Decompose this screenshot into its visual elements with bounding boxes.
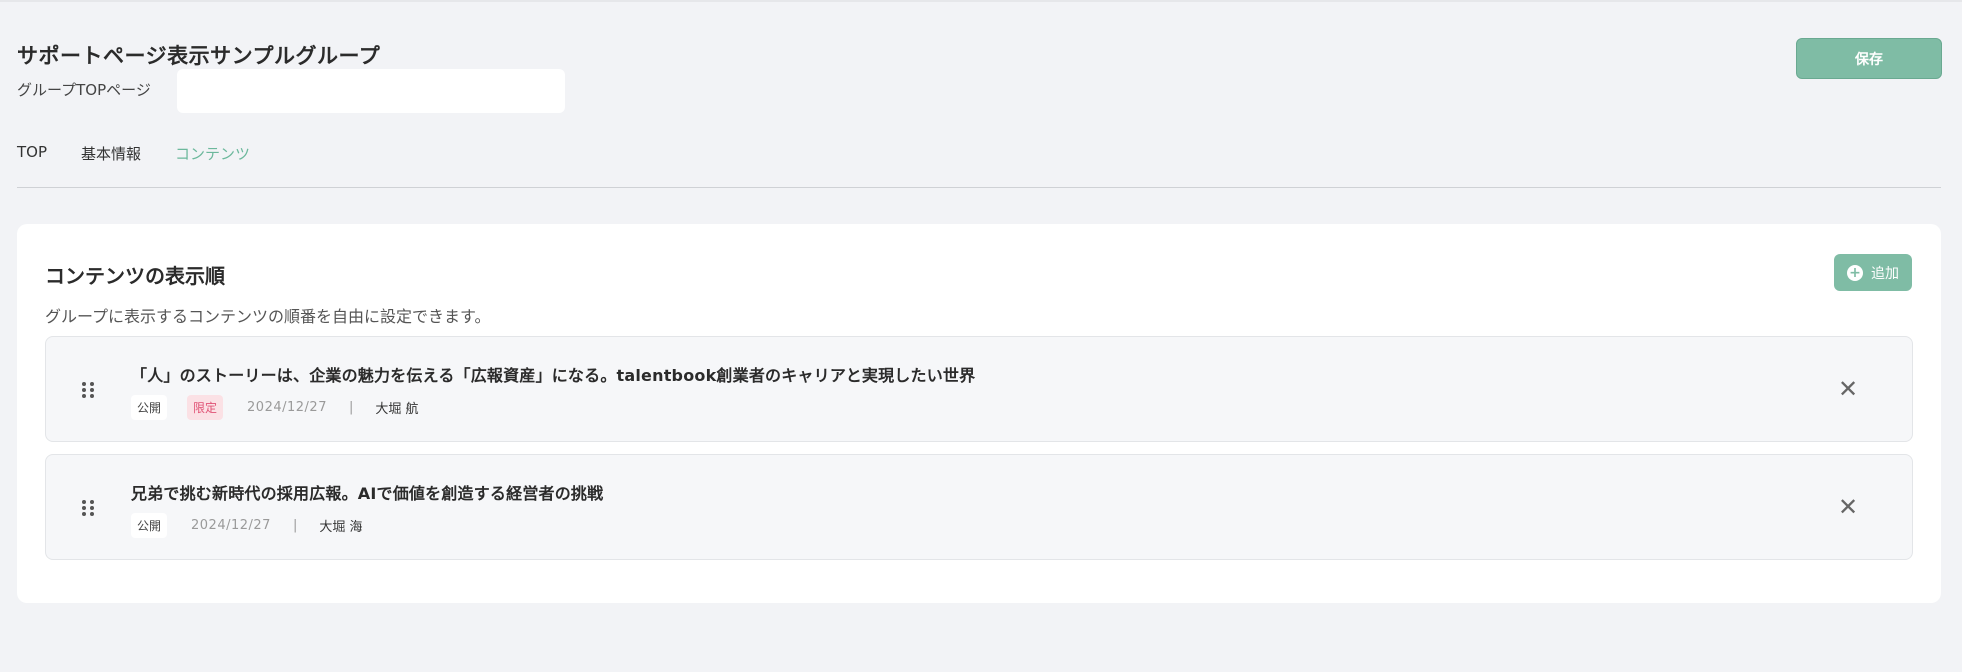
page-title: サポートページ表示サンプルグループ [17,44,381,68]
tab-top[interactable]: TOP [17,143,47,164]
drag-handle-icon[interactable] [82,500,94,517]
plus-circle-icon: + [1847,264,1863,281]
content-list-item: 兄弟で挑む新時代の採用広報。AIで価値を創造する経営者の挑戦 公開 2024/1… [45,454,1913,560]
content-list-item: 「人」のストーリーは、企業の魅力を伝える「広報資産」になる。talentbook… [45,336,1913,442]
add-button[interactable]: + 追加 [1834,254,1912,291]
status-badge-public: 公開 [131,395,168,420]
tabs-divider [17,187,1941,188]
drag-handle-icon[interactable] [82,382,94,399]
panel-description: グループに表示するコンテンツの順番を自由に設定できます。 [45,307,491,326]
group-top-page-input[interactable] [177,69,565,113]
contents-order-panel: コンテンツの表示順 グループに表示するコンテンツの順番を自由に設定できます。 +… [17,224,1941,603]
meta-separator: | [292,518,298,533]
meta-separator: | [348,400,354,415]
status-badge-limited: 限定 [187,395,224,420]
content-meta: 公開 限定 2024/12/27 | 大堀 航 [131,395,419,420]
remove-item-close-icon[interactable]: ✕ [1836,495,1860,519]
tab-contents[interactable]: コンテンツ [175,143,250,164]
tab-basic-info[interactable]: 基本情報 [81,143,141,164]
panel-title: コンテンツの表示順 [45,264,225,288]
tab-bar: TOP 基本情報 コンテンツ [17,143,250,164]
add-button-label: 追加 [1871,265,1899,282]
group-top-page-label: グループTOPページ [17,81,151,99]
save-button[interactable]: 保存 [1796,38,1942,79]
remove-item-close-icon[interactable]: ✕ [1836,377,1860,401]
top-divider [0,0,1962,2]
content-meta: 公開 2024/12/27 | 大堀 海 [131,513,362,538]
content-date: 2024/12/27 [191,518,271,533]
status-badge-public: 公開 [131,513,168,538]
content-date: 2024/12/27 [247,400,327,415]
content-author: 大堀 海 [319,520,363,535]
content-title: 「人」のストーリーは、企業の魅力を伝える「広報資産」になる。talentbook… [131,366,976,385]
content-author: 大堀 航 [375,402,419,417]
content-title: 兄弟で挑む新時代の採用広報。AIで価値を創造する経営者の挑戦 [131,484,604,503]
